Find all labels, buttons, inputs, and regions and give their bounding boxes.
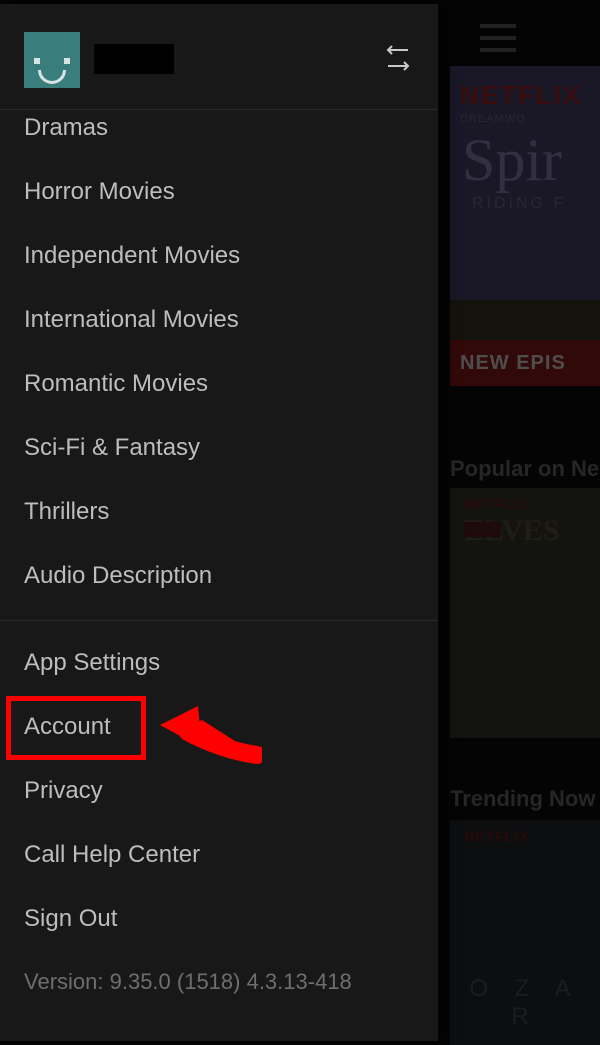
settings-item-account[interactable]: Account (0, 695, 438, 759)
category-item-international[interactable]: International Movies (0, 288, 438, 352)
settings-item-app-settings[interactable]: App Settings (0, 631, 438, 695)
category-item-dramas[interactable]: Dramas (0, 110, 438, 160)
category-item-scifi[interactable]: Sci-Fi & Fantasy (0, 416, 438, 480)
switch-profile-icon[interactable] (380, 40, 416, 76)
category-item-independent[interactable]: Independent Movies (0, 224, 438, 288)
sidebar-drawer: Dramas Horror Movies Independent Movies … (0, 4, 438, 1041)
drawer-header (0, 4, 438, 110)
settings-list: App Settings Account Privacy Call Help C… (0, 631, 438, 951)
category-list: Dramas Horror Movies Independent Movies … (0, 110, 438, 608)
category-item-audio-description[interactable]: Audio Description (0, 544, 438, 608)
category-item-thrillers[interactable]: Thrillers (0, 480, 438, 544)
profile-avatar[interactable] (24, 32, 80, 88)
settings-item-sign-out[interactable]: Sign Out (0, 887, 438, 951)
category-item-horror[interactable]: Horror Movies (0, 160, 438, 224)
settings-item-privacy[interactable]: Privacy (0, 759, 438, 823)
profile-name-redacted (94, 44, 174, 74)
menu-divider (0, 620, 438, 621)
version-label: Version: 9.35.0 (1518) 4.3.13-418 (0, 951, 438, 1013)
settings-item-call-help-center[interactable]: Call Help Center (0, 823, 438, 887)
category-item-romantic[interactable]: Romantic Movies (0, 352, 438, 416)
